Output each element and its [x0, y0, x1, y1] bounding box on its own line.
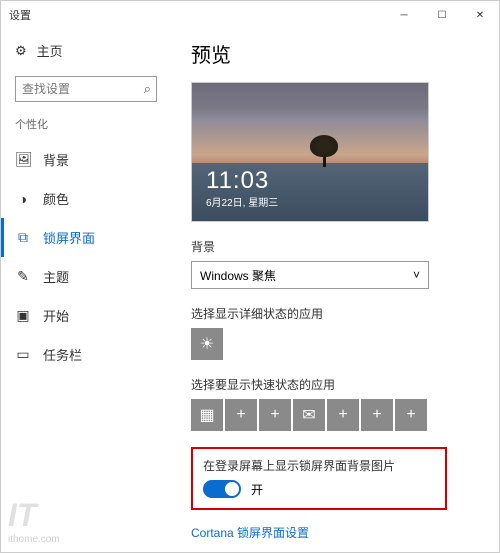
sidebar-item-label: 开始: [43, 306, 69, 325]
quick-app-tile-calendar[interactable]: ▦: [191, 399, 223, 431]
sidebar-item-taskbar[interactable]: ▭ 任务栏: [1, 335, 171, 374]
sidebar-item-lockscreen[interactable]: ⧉ 锁屏界面: [1, 218, 171, 257]
plus-icon: +: [372, 406, 381, 424]
highlight-annotation: 在登录屏幕上显示锁屏界面背景图片 开: [191, 447, 447, 510]
search-input[interactable]: [15, 76, 157, 102]
cortana-link[interactable]: Cortana 锁屏界面设置: [191, 524, 477, 541]
quick-app-tile-mail[interactable]: ✉: [293, 399, 325, 431]
close-button[interactable]: ✕: [461, 1, 499, 29]
weather-icon: ☀: [200, 334, 214, 354]
home-label: 主页: [37, 41, 63, 60]
calendar-icon: ▦: [199, 405, 214, 425]
sidebar-item-label: 主题: [43, 267, 69, 286]
dropdown-value: Windows 聚焦: [200, 267, 276, 284]
sidebar: ⚙ 主页 ⌕ 个性化 🖼 背景 ◑ 颜色 ⧉ 锁屏界面 ✎ 主题: [1, 29, 171, 552]
plus-icon: +: [270, 406, 279, 424]
detail-status-label: 选择显示详细状态的应用: [191, 305, 477, 322]
sidebar-item-label: 颜色: [43, 189, 69, 208]
toggle-title: 在登录屏幕上显示锁屏界面背景图片: [203, 457, 435, 474]
sidebar-item-label: 任务栏: [43, 345, 82, 364]
plus-icon: +: [338, 406, 347, 424]
chevron-down-icon: ˅: [413, 268, 420, 282]
palette-icon: ◑: [15, 191, 31, 207]
lock-screen-preview: 11:03 6月22日, 星期三: [191, 82, 429, 222]
sidebar-item-themes[interactable]: ✎ 主题: [1, 257, 171, 296]
quick-status-label: 选择要显示快速状态的应用: [191, 376, 477, 393]
start-icon: ▣: [15, 307, 31, 324]
background-label: 背景: [191, 238, 477, 255]
main-panel: 预览 11:03 6月22日, 星期三 背景 Windows 聚焦 ˅ 选择显示…: [171, 29, 499, 552]
sidebar-item-colors[interactable]: ◑ 颜色: [1, 179, 171, 218]
detail-app-tile[interactable]: ☀: [191, 328, 223, 360]
toggle-state-label: 开: [251, 481, 263, 498]
sidebar-item-background[interactable]: 🖼 背景: [1, 140, 171, 179]
quick-app-tile-add[interactable]: +: [327, 399, 359, 431]
show-bg-toggle[interactable]: [203, 480, 241, 498]
page-title: 预览: [191, 39, 477, 68]
quick-app-tile-add[interactable]: +: [259, 399, 291, 431]
home-link[interactable]: ⚙ 主页: [1, 35, 171, 66]
taskbar-icon: ▭: [15, 346, 31, 363]
preview-date: 6月22日, 星期三: [206, 194, 278, 209]
theme-icon: ✎: [15, 268, 31, 285]
window-title: 设置: [9, 7, 31, 23]
titlebar: 设置 ─ ☐ ✕: [1, 1, 499, 29]
picture-icon: 🖼: [15, 151, 31, 168]
search-box[interactable]: ⌕: [15, 76, 157, 102]
preview-time: 11:03: [206, 167, 269, 195]
search-icon: ⌕: [144, 81, 151, 97]
quick-app-tile-add[interactable]: +: [395, 399, 427, 431]
quick-app-tile-add[interactable]: +: [225, 399, 257, 431]
mail-icon: ✉: [302, 405, 315, 425]
background-dropdown[interactable]: Windows 聚焦 ˅: [191, 261, 429, 289]
sidebar-item-start[interactable]: ▣ 开始: [1, 296, 171, 335]
quick-app-tile-add[interactable]: +: [361, 399, 393, 431]
minimize-button[interactable]: ─: [385, 1, 423, 29]
lock-icon: ⧉: [15, 229, 31, 246]
maximize-button[interactable]: ☐: [423, 1, 461, 29]
sidebar-item-label: 背景: [43, 150, 69, 169]
section-label: 个性化: [1, 116, 171, 140]
sidebar-item-label: 锁屏界面: [43, 228, 95, 247]
plus-icon: +: [406, 406, 415, 424]
plus-icon: +: [236, 406, 245, 424]
gear-icon: ⚙: [15, 43, 27, 59]
